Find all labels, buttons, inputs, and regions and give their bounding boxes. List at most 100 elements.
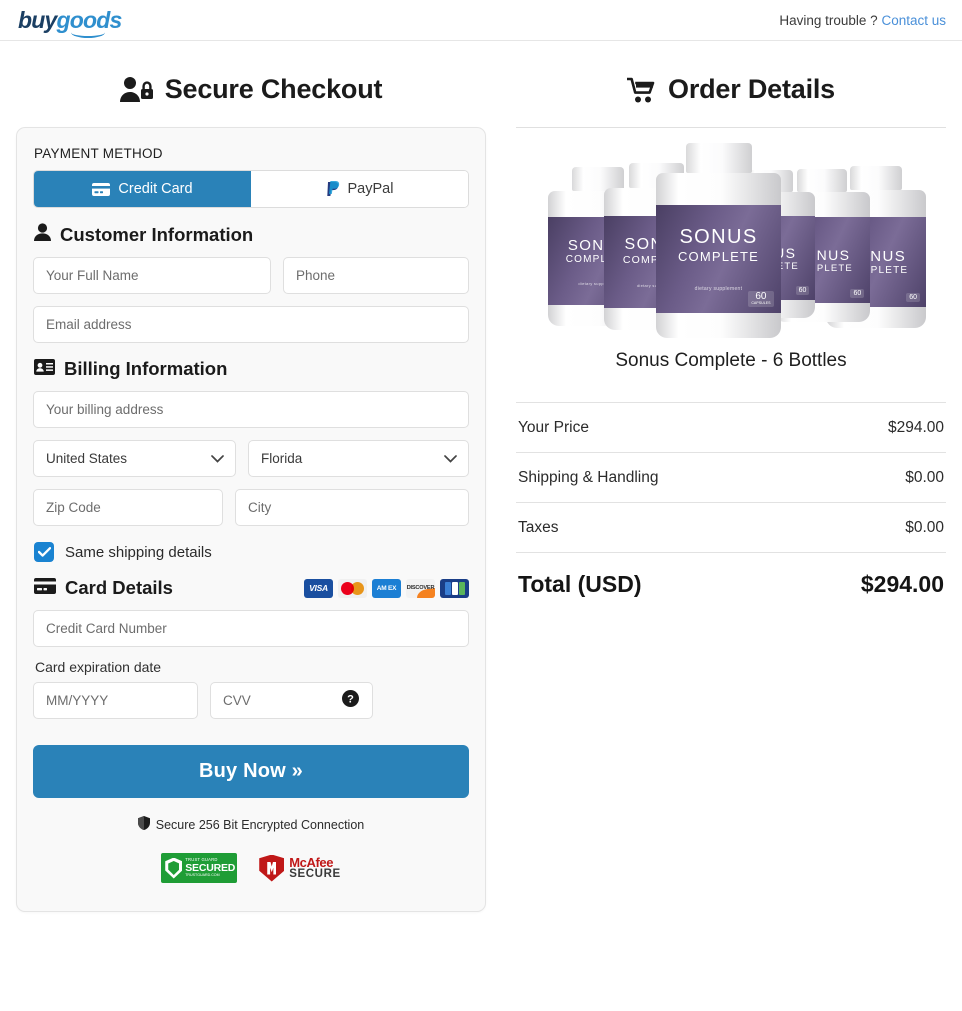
same-shipping-row[interactable]: Same shipping details	[34, 542, 469, 562]
full-name-input[interactable]	[33, 257, 271, 294]
customer-information-heading: Customer Information	[34, 223, 469, 246]
product-image: SONUS COMPLETE dietary supplement SONUS …	[516, 142, 946, 338]
mastercard-icon	[338, 578, 367, 598]
bottle-label-line1: SONUS	[679, 226, 758, 248]
country-wrap: United States	[33, 440, 236, 477]
logo-swoosh-icon	[71, 27, 105, 38]
trust-guard-secured-badge: TRUST GUARD SECURED TRUSTGUARD.COM	[161, 853, 238, 883]
secure-connection-note: Secure 256 Bit Encrypted Connection	[33, 816, 469, 833]
zip-code-input[interactable]	[33, 489, 223, 526]
summary-label: Your Price	[518, 419, 589, 436]
email-row	[33, 306, 469, 343]
city-input[interactable]	[235, 489, 469, 526]
bottle-label-line3: dietary supplement	[694, 286, 743, 292]
mcafee-brand-text: McAfee	[289, 854, 334, 870]
full-name-wrap	[33, 257, 271, 294]
card-number-input[interactable]	[33, 610, 469, 647]
secure-checkout-heading: Secure Checkout	[16, 41, 486, 127]
bottle-count-badge: 60	[906, 292, 920, 302]
buygoods-logo[interactable]: buygoods	[18, 6, 122, 38]
payment-method-label: PAYMENT METHOD	[34, 146, 163, 161]
contact-us-link[interactable]: Contact us	[881, 13, 946, 28]
card-details-title: Card Details	[65, 577, 173, 598]
summary-value: $294.00	[887, 419, 944, 436]
logo-buy-text: buy	[18, 6, 57, 33]
card-details-heading: Card Details VISA AM EX DISCOVER	[34, 577, 469, 599]
tab-paypal[interactable]: PayPal	[251, 171, 468, 207]
bottle-count-badge-front: 60 CAPSULES	[748, 290, 774, 307]
user-lock-icon	[119, 76, 154, 103]
summary-value: $0.00	[905, 469, 944, 486]
bottle-count-badge: 60	[850, 288, 865, 298]
card-expiration-input[interactable]	[33, 682, 198, 719]
shield-icon	[137, 816, 150, 833]
bottle-label-line2: COMPLETE	[677, 249, 760, 264]
email-input[interactable]	[33, 306, 469, 343]
country-state-row: United States Florida	[33, 440, 469, 477]
credit-card-icon	[92, 182, 111, 196]
checkout-card: PAYMENT METHOD Credit Card PayPal Custom…	[16, 127, 486, 912]
state-wrap: Florida	[248, 440, 469, 477]
billing-address-input[interactable]	[33, 391, 469, 428]
zip-city-row	[33, 489, 469, 526]
country-select[interactable]: United States	[33, 440, 236, 477]
amex-icon: AM EX	[372, 578, 401, 598]
help-text: Having trouble ?	[779, 12, 878, 28]
card-details-icon	[34, 577, 56, 599]
billing-information-title: Billing Information	[64, 358, 228, 379]
id-card-icon	[34, 358, 55, 380]
payment-method-tabs: Credit Card PayPal	[33, 170, 469, 208]
buy-now-button[interactable]: Buy Now »	[33, 745, 469, 798]
customer-information-title: Customer Information	[60, 223, 254, 245]
tab-paypal-label: PayPal	[347, 181, 394, 197]
total-label: Total (USD)	[518, 571, 642, 597]
trust-guard-bottom-text: TRUSTGUARD.COM	[185, 872, 220, 877]
zip-wrap	[33, 489, 223, 526]
order-column: Order Details SONUS COMPLETE dietary sup…	[510, 41, 946, 912]
total-value: $294.00	[860, 571, 944, 597]
bottle-count-unit: CAPSULES	[751, 300, 771, 305]
summary-value: $0.00	[905, 519, 944, 536]
same-shipping-checkbox[interactable]	[34, 542, 54, 562]
expiration-cvv-row: ?	[33, 682, 469, 719]
trust-guard-shield-icon	[165, 857, 183, 879]
user-icon	[34, 223, 51, 246]
mcafee-shield-icon	[259, 854, 285, 882]
summary-label: Taxes	[518, 519, 559, 536]
checkout-column: Secure Checkout PAYMENT METHOD Credit Ca…	[16, 41, 486, 912]
expiration-wrap	[33, 682, 198, 719]
cvv-wrap: ?	[210, 682, 373, 719]
city-wrap	[235, 489, 469, 526]
summary-row-shipping: Shipping & Handling $0.00	[516, 452, 946, 502]
top-bar: buygoods Having trouble ? Contact us	[0, 0, 962, 41]
product-bottle-front: SONUS COMPLETE dietary supplement 60 CAP…	[656, 143, 781, 338]
mcafee-secure-badge: McAfee SECURE	[259, 854, 341, 882]
tab-credit-card-label: Credit Card	[118, 181, 193, 197]
accepted-cards: VISA AM EX DISCOVER	[304, 578, 469, 598]
order-details-title: Order Details	[668, 74, 835, 104]
order-divider	[516, 127, 946, 128]
phone-wrap	[283, 257, 469, 294]
discover-icon: DISCOVER	[406, 578, 435, 598]
visa-icon: VISA	[304, 578, 333, 598]
summary-row-taxes: Taxes $0.00	[516, 502, 946, 552]
secure-checkout-title: Secure Checkout	[164, 74, 383, 104]
card-expiration-label: Card expiration date	[35, 659, 162, 675]
billing-information-heading: Billing Information	[34, 358, 469, 380]
shopping-cart-icon	[627, 77, 657, 103]
jcb-icon	[440, 578, 469, 598]
tab-credit-card[interactable]: Credit Card	[34, 171, 251, 207]
phone-input[interactable]	[283, 257, 469, 294]
state-select[interactable]: Florida	[248, 440, 469, 477]
same-shipping-label: Same shipping details	[65, 543, 212, 561]
page-body: Secure Checkout PAYMENT METHOD Credit Ca…	[0, 41, 962, 912]
secure-note-text: Secure 256 Bit Encrypted Connection	[155, 817, 365, 832]
bottle-count-badge: 60	[795, 285, 810, 295]
name-phone-row	[33, 257, 469, 294]
paypal-icon	[326, 181, 340, 197]
billing-address-row	[33, 391, 469, 428]
question-circle-icon[interactable]: ?	[342, 689, 359, 712]
summary-row-price: Your Price $294.00	[516, 402, 946, 452]
help-area: Having trouble ? Contact us	[779, 13, 946, 28]
svg-text:?: ?	[347, 693, 354, 705]
